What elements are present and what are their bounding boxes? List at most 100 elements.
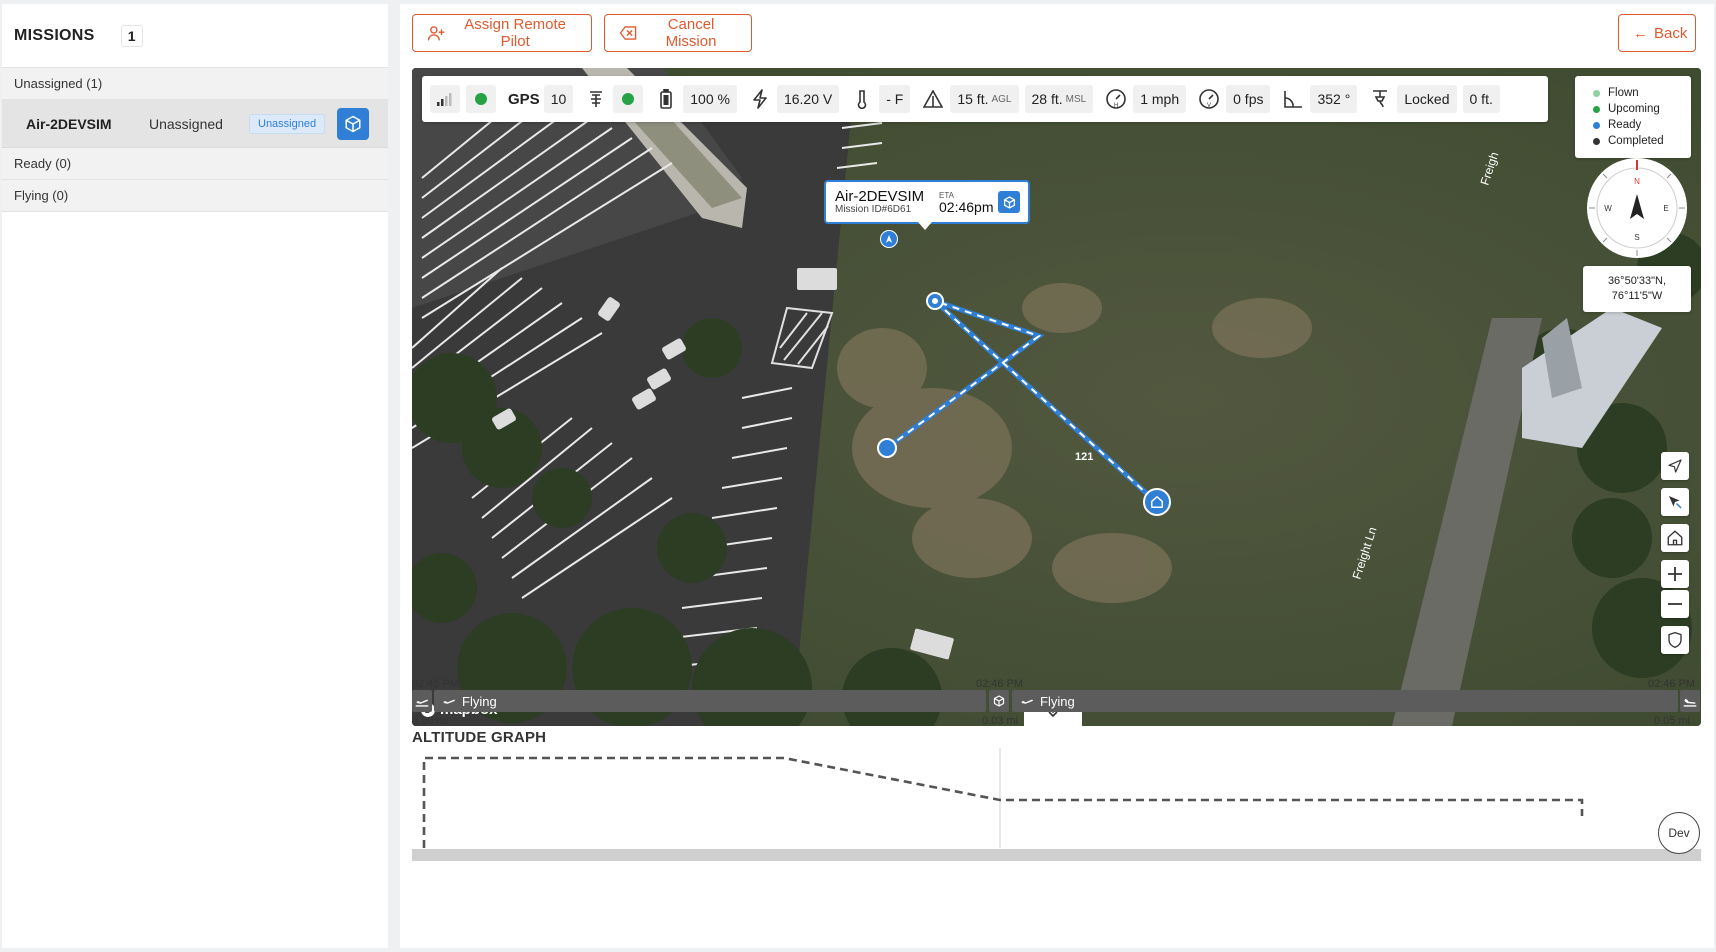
popup-identity: Air-2DEVSIM Mission ID#6D61: [835, 189, 939, 215]
legend-flown: Flown: [1593, 85, 1691, 101]
satellite-imagery: 121 Freight Ln Freigh: [412, 68, 1701, 726]
locate-button[interactable]: [1661, 452, 1689, 480]
add-user-icon: [427, 26, 445, 41]
rtk-status: [613, 85, 644, 113]
timeline-mid-time: 02:46 PM: [976, 678, 1024, 690]
altitude-agl-value: 15 ft.: [957, 91, 989, 107]
group-ready[interactable]: Ready (0): [2, 148, 388, 180]
plane-icon: [443, 699, 455, 704]
legend-completed-dot: [1593, 137, 1600, 145]
cancel-mission-label: Cancel Mission: [665, 16, 717, 50]
voltage-icon: [743, 85, 777, 113]
compass-north: N: [1634, 177, 1640, 186]
missions-sidebar: MISSIONS 1 Unassigned (1) Air-2DEVSIM Un…: [2, 4, 388, 948]
altitude-agl: 15 ft. AGL: [950, 85, 1019, 113]
svg-text:H: H: [1114, 103, 1118, 109]
waypoint-marker[interactable]: [926, 292, 944, 310]
map-view[interactable]: 121 Freight Ln Freigh GPS 10 100 % 16.20…: [412, 68, 1701, 726]
mission-row[interactable]: Air-2DEVSIM Unassigned Unassigned: [2, 100, 388, 148]
speedometer-icon: H: [1099, 85, 1133, 113]
zoom-in-button[interactable]: [1661, 560, 1689, 588]
timeline-landing[interactable]: [1680, 690, 1700, 712]
cube-icon: [1003, 195, 1015, 209]
link-status: [466, 85, 496, 113]
timeline-takeoff[interactable]: [412, 690, 432, 712]
back-button[interactable]: ← Back: [1618, 14, 1696, 52]
temperature-value: - F: [879, 85, 911, 113]
horizontal-speed: 1 mph: [1133, 85, 1187, 113]
drone-position-marker[interactable]: [880, 230, 898, 248]
tether-lock-status: Locked: [1397, 85, 1457, 113]
plus-icon: [1668, 567, 1682, 581]
legend-upcoming: Upcoming: [1593, 101, 1691, 117]
battery-voltage: 16.20 V: [776, 85, 840, 113]
altitude-agl-icon: [916, 85, 950, 113]
timeline-segment-flying-1[interactable]: Flying: [434, 690, 986, 712]
group-unassigned[interactable]: Unassigned (1): [2, 68, 388, 100]
popup-mission-id: Mission ID#6D61: [835, 204, 912, 215]
minus-icon: [1668, 603, 1682, 605]
altitude-graph-scrollbar[interactable]: [412, 849, 1701, 861]
gps-label: GPS: [508, 90, 540, 108]
assign-remote-pilot-button[interactable]: Assign Remote Pilot: [412, 14, 592, 52]
payload-cube-button[interactable]: [337, 107, 370, 140]
segment-1-label: Flying: [462, 693, 497, 709]
legend-upcoming-label: Upcoming: [1608, 103, 1660, 115]
missions-count-badge: 1: [120, 24, 143, 47]
timeline-payload-event[interactable]: [989, 690, 1009, 712]
follow-drone-button[interactable]: [1661, 488, 1689, 516]
legend-ready-dot: [1593, 121, 1600, 129]
legend-ready-label: Ready: [1608, 119, 1642, 131]
timeline-end-distance: 0.05 mi: [1654, 715, 1691, 727]
mission-detail-panel: Assign Remote Pilot Cancel Mission ← Bac…: [400, 4, 1714, 948]
missions-header: MISSIONS 1: [2, 4, 388, 68]
compass-west: W: [1604, 204, 1612, 213]
assign-remote-pilot-label: Assign Remote Pilot: [464, 16, 567, 50]
gps-satellite-count: 10: [543, 85, 574, 113]
timeline-mid-distance: 0.03 mi: [982, 715, 1019, 727]
coordinates-readout: 36°50'33"N, 76°11'5"W: [1583, 266, 1691, 312]
vertical-speed: 0 fps: [1226, 85, 1271, 113]
mission-name: Air-2DEVSIM: [26, 115, 112, 132]
latitude: 36°50'33"N,: [1607, 275, 1667, 287]
dev-button[interactable]: Dev: [1658, 812, 1700, 854]
group-flying[interactable]: Flying (0): [2, 180, 388, 212]
legend-completed: Completed: [1593, 133, 1691, 149]
vertical-speed-icon: V: [1192, 85, 1226, 113]
landing-icon: [1683, 698, 1697, 707]
legend-flown-label: Flown: [1608, 87, 1639, 99]
start-waypoint[interactable]: [877, 438, 897, 458]
legend-flown-dot: [1593, 89, 1600, 97]
legend-upcoming-dot: [1593, 105, 1600, 113]
link-status-dot: [475, 93, 487, 105]
timeline-segment-flying-2[interactable]: Flying: [1012, 690, 1678, 712]
cancel-mission-button[interactable]: Cancel Mission: [604, 14, 752, 52]
altitude-msl-unit: MSL: [1065, 93, 1087, 105]
rtk-status-dot: [622, 93, 635, 105]
heading-angle-icon: [1276, 85, 1310, 113]
longitude: 76°11'5"W: [1611, 290, 1663, 302]
popup-payload-button[interactable]: [998, 191, 1020, 213]
heading-degrees: 352 °: [1310, 85, 1358, 113]
mission-status: Unassigned: [149, 115, 223, 132]
home-icon: [1151, 496, 1163, 508]
drone-arrow-icon: [885, 235, 893, 243]
battery-icon: [649, 85, 683, 113]
popup-eta: ETA 02:46pm: [939, 191, 993, 214]
zoom-out-button[interactable]: [1661, 590, 1689, 618]
missions-title: MISSIONS: [14, 26, 95, 44]
takeoff-icon: [415, 699, 429, 707]
arrow-left-icon: ←: [1633, 24, 1648, 42]
geofence-button[interactable]: [1661, 626, 1689, 654]
home-view-button[interactable]: [1661, 524, 1689, 552]
path-legend: Flown Upcoming Ready Completed: [1575, 76, 1691, 158]
cube-icon: [345, 115, 361, 132]
signal-bars-icon: [437, 93, 452, 106]
altitude-graph[interactable]: [412, 748, 1701, 862]
compass-widget[interactable]: N S E W: [1585, 156, 1689, 260]
home-waypoint[interactable]: [1143, 488, 1171, 516]
drone-info-popup[interactable]: Air-2DEVSIM Mission ID#6D61 ETA 02:46pm: [824, 180, 1030, 230]
popup-eta-time: 02:46pm: [939, 198, 994, 215]
mission-status-badge: Unassigned: [249, 113, 326, 134]
cancel-icon: [619, 26, 637, 40]
